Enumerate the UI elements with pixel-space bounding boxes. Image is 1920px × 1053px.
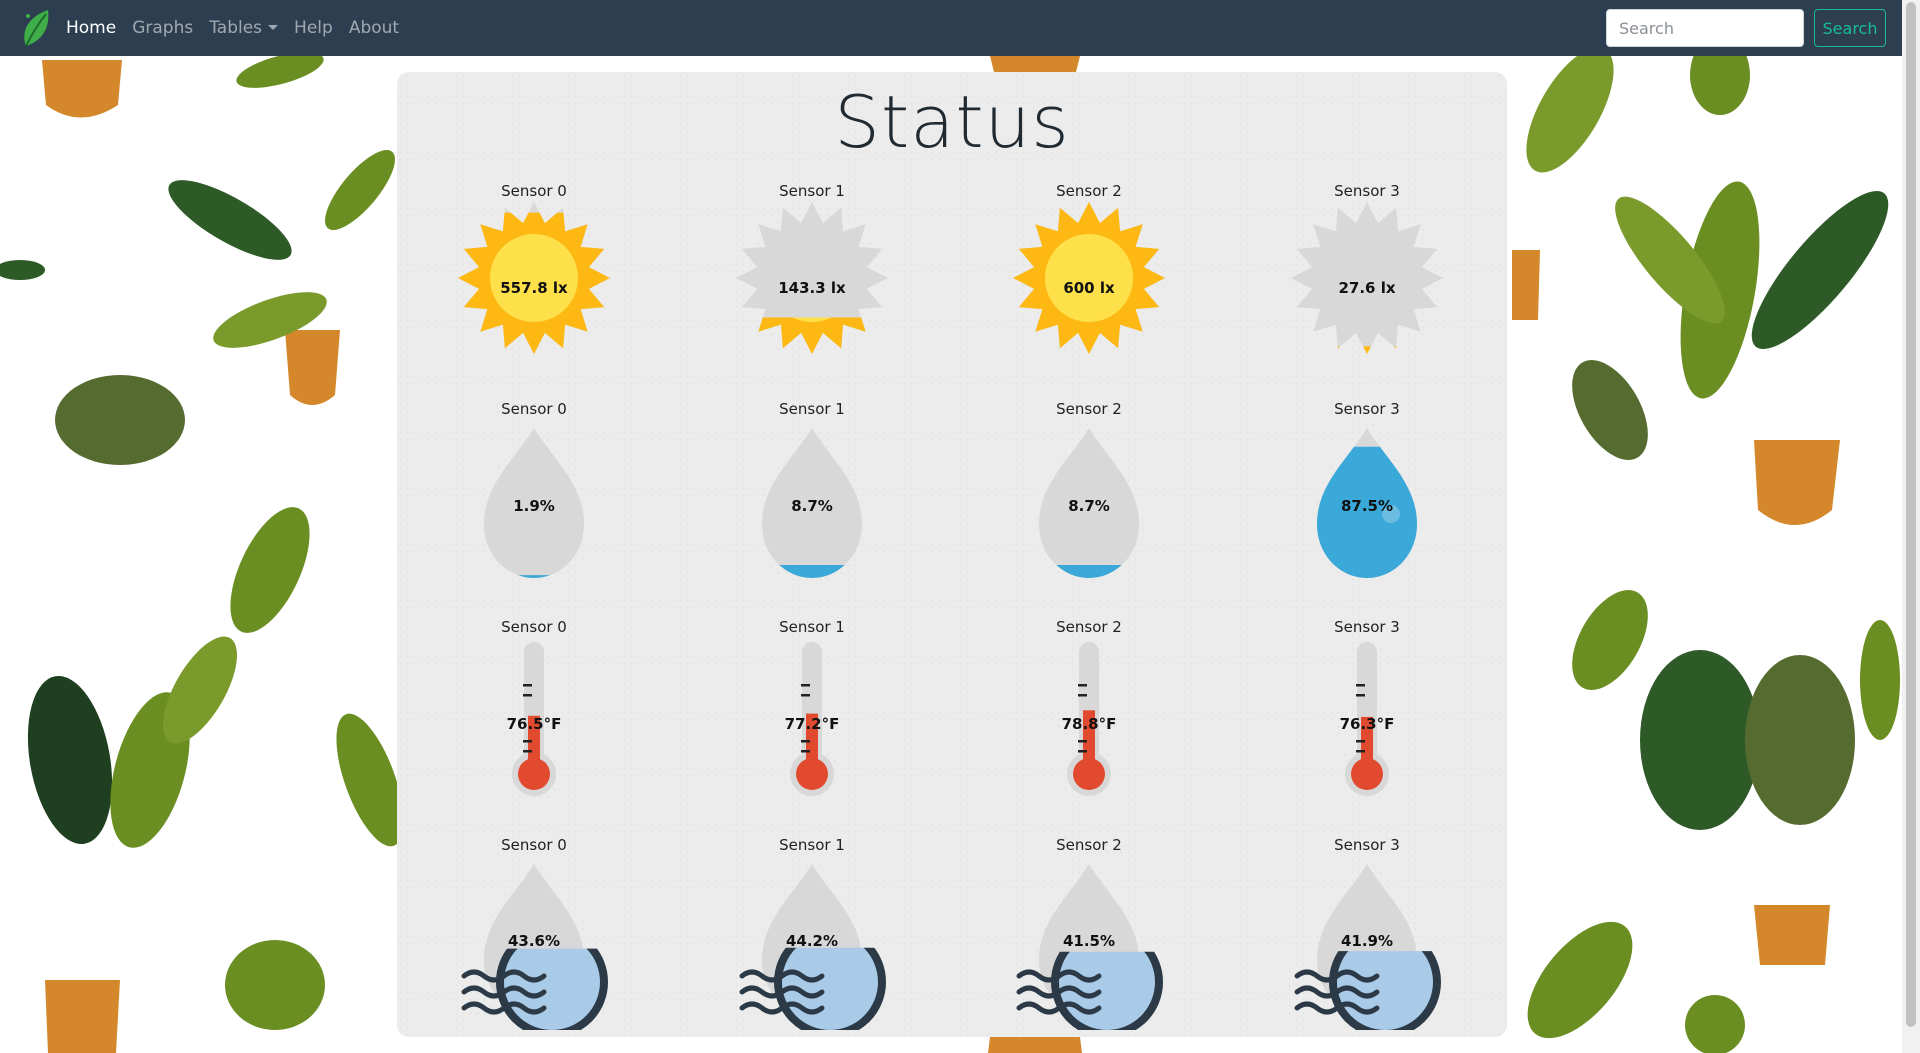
sensor-value: 27.6 lx: [1338, 279, 1396, 297]
search-input[interactable]: [1606, 9, 1804, 47]
navbar: Home Graphs Tables Help About Search: [0, 0, 1902, 56]
humidity-sensor-card: Sensor 0 43.6%: [434, 836, 634, 1036]
page-title: Status: [834, 80, 1070, 164]
scrollbar[interactable]: [1902, 0, 1920, 1053]
sensor-value: 77.2°F: [784, 715, 840, 733]
sensor-value: 43.6%: [507, 932, 561, 950]
moisture-sensor-card: Sensor 2 8.7%: [989, 400, 1189, 600]
moisture-sensor-card: Sensor 3 87.5%: [1267, 400, 1467, 600]
sensor-value: 8.7%: [1068, 497, 1110, 515]
sensor-value: 78.8°F: [1061, 715, 1117, 733]
nav-about[interactable]: About: [349, 18, 399, 38]
humidity-sensor-card: Sensor 2 41.5%: [989, 836, 1189, 1036]
sensor-value: 44.2%: [785, 932, 839, 950]
moisture-sensor-card: Sensor 1 8.7%: [712, 400, 912, 600]
moisture-sensor-card: Sensor 0 1.9%: [434, 400, 634, 600]
temperature-sensor-card: Sensor 0 76.5°F: [434, 618, 634, 818]
humidity-sensor-card: Sensor 3 41.9%: [1267, 836, 1467, 1036]
sensor-value: 76.3°F: [1339, 715, 1395, 733]
sensor-value: 8.7%: [791, 497, 833, 515]
temperature-sensor-card: Sensor 1 77.2°F: [712, 618, 912, 818]
light-sensor-card: Sensor 1 143.3 lx: [712, 182, 912, 382]
humidity-sensor-card: Sensor 1 44.2%: [712, 836, 912, 1036]
chevron-down-icon: [268, 25, 279, 30]
light-sensor-card: Sensor 0 557.8 lx: [434, 182, 634, 382]
nav-home[interactable]: Home: [66, 18, 116, 38]
leaf-logo-icon[interactable]: [18, 6, 54, 50]
sensor-value: 143.3 lx: [778, 279, 846, 297]
nav-graphs[interactable]: Graphs: [132, 18, 193, 38]
temperature-sensor-card: Sensor 3 76.3°F: [1267, 618, 1467, 818]
sensor-value: 41.9%: [1340, 932, 1394, 950]
nav-tables-dropdown[interactable]: Tables: [209, 18, 279, 38]
temperature-sensor-card: Sensor 2 78.8°F: [989, 618, 1189, 818]
sensor-value: 41.5%: [1062, 932, 1116, 950]
sensor-value: 1.9%: [513, 497, 555, 515]
sensor-value: 87.5%: [1340, 497, 1394, 515]
nav-help[interactable]: Help: [294, 18, 333, 38]
status-panel: Status Sensor 0 557.8 lx Sensor 1 143.3 lx S…: [397, 72, 1507, 1037]
sensor-value: 557.8 lx: [500, 279, 568, 297]
sensor-value: 600 lx: [1063, 279, 1115, 297]
search-button[interactable]: Search: [1814, 9, 1886, 47]
sensor-value: 76.5°F: [506, 715, 562, 733]
light-sensor-card: Sensor 2 600 lx: [989, 182, 1189, 382]
nav-tables-label: Tables: [209, 18, 263, 38]
light-sensor-card: Sensor 3 27.6 lx: [1267, 182, 1467, 382]
scrollbar-thumb[interactable]: [1906, 2, 1916, 1027]
